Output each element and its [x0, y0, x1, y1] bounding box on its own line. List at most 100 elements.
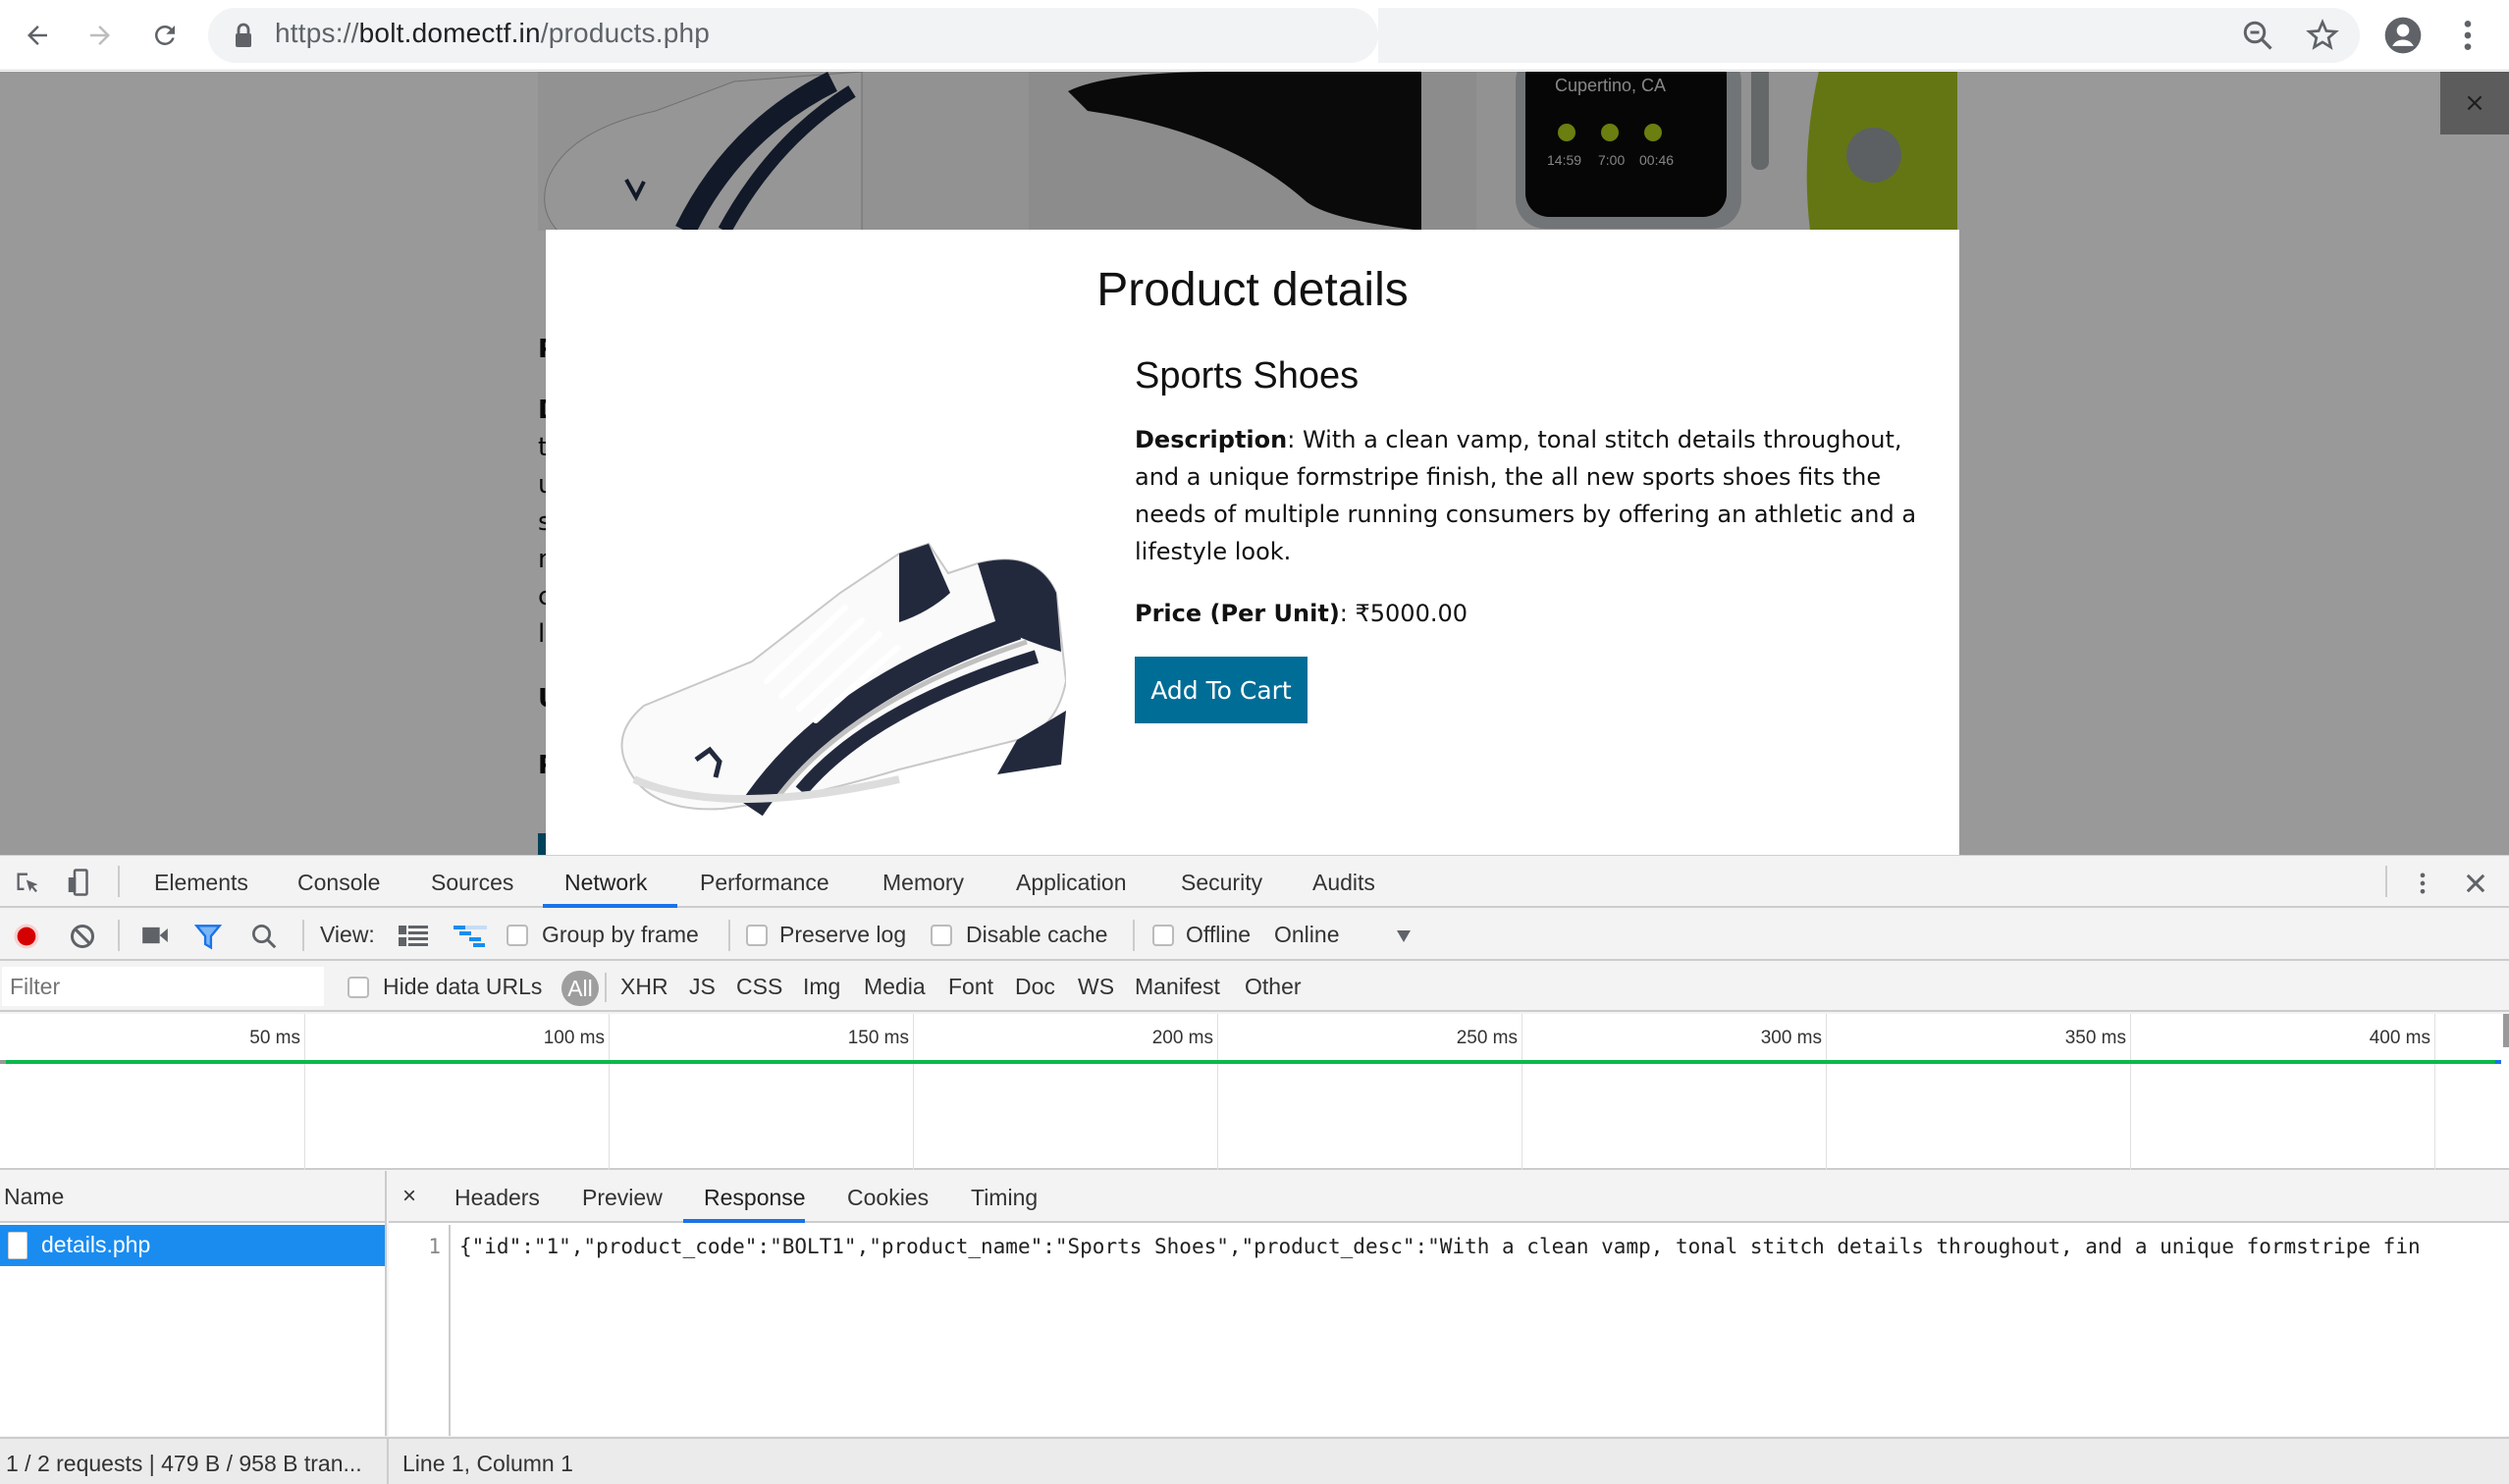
network-toolbar: View: Group by frame Preserve log Disabl…	[0, 910, 2509, 961]
filter-type-js[interactable]: JS	[689, 974, 716, 1000]
offline-label: Offline	[1186, 922, 1252, 947]
timeline-gridline	[913, 1014, 914, 1170]
filter-type-xhr[interactable]: XHR	[620, 974, 668, 1000]
tab-network[interactable]: Network	[564, 870, 647, 896]
back-icon	[27, 26, 47, 45]
filter-type-all[interactable]: All	[561, 971, 599, 1006]
timeline-tick-label: 100 ms	[543, 1028, 605, 1048]
filter-type-css[interactable]: CSS	[736, 974, 782, 1000]
filter-type-manifest[interactable]: Manifest	[1135, 974, 1220, 1000]
modal-close-button[interactable]: ×	[2440, 72, 2509, 134]
timeline-gridline	[1521, 1014, 1522, 1170]
large-rows-icon[interactable]	[399, 926, 428, 947]
capture-screenshots-icon[interactable]	[141, 924, 169, 947]
tab-console[interactable]: Console	[297, 870, 380, 896]
product-description: Description: With a clean vamp, tonal st…	[1135, 421, 1920, 570]
clear-icon[interactable]	[69, 923, 96, 950]
filter-type-doc[interactable]: Doc	[1015, 974, 1055, 1000]
filter-type-ws[interactable]: WS	[1078, 974, 1114, 1000]
detail-tab-headers[interactable]: Headers	[454, 1185, 540, 1211]
tab-security[interactable]: Security	[1181, 870, 1262, 896]
detail-tab-timing[interactable]: Timing	[971, 1185, 1038, 1211]
inspect-element-icon[interactable]	[14, 870, 41, 897]
timeline-gridline	[304, 1014, 305, 1170]
reload-icon	[155, 25, 175, 45]
tab-memory[interactable]: Memory	[882, 870, 964, 896]
detail-tab-preview[interactable]: Preview	[582, 1185, 663, 1211]
timeline-tick-label: 150 ms	[847, 1028, 909, 1048]
hide-data-urls-checkbox[interactable]	[347, 977, 369, 998]
device-toolbar-icon[interactable]	[65, 868, 94, 897]
tab-performance[interactable]: Performance	[700, 870, 829, 896]
search-icon[interactable]	[249, 922, 279, 951]
filter-type-font[interactable]: Font	[948, 974, 993, 1000]
devtools-panel: Elements Console Sources Network Perform…	[0, 855, 2509, 1484]
record-icon[interactable]	[12, 922, 41, 951]
preserve-log-checkbox[interactable]	[746, 925, 768, 946]
request-row[interactable]: details.php	[0, 1225, 385, 1266]
offline-checkbox[interactable]	[1152, 925, 1174, 946]
price-value: : ₹5000.00	[1339, 600, 1468, 627]
filter-type-media[interactable]: Media	[864, 974, 926, 1000]
active-tab-indicator	[543, 904, 677, 908]
bookmark-star-icon[interactable]	[2305, 18, 2340, 53]
zoom-out-icon[interactable]	[2240, 18, 2275, 53]
group-by-frame-checkbox[interactable]	[507, 925, 528, 946]
timeline-gridline	[609, 1014, 610, 1170]
price-label: Price (Per Unit)	[1135, 600, 1340, 627]
address-bar-ext[interactable]	[1378, 8, 2360, 63]
toolbar-separator	[1133, 920, 1135, 951]
tab-sources[interactable]: Sources	[431, 870, 513, 896]
devtools-menu-icon[interactable]	[2409, 868, 2436, 899]
close-detail-button[interactable]: ×	[402, 1183, 416, 1210]
filter-type-other[interactable]: Other	[1245, 974, 1302, 1000]
request-download-segment	[2495, 1060, 2501, 1064]
waterfall-overview-icon[interactable]	[454, 926, 487, 949]
profile-icon[interactable]	[2383, 16, 2423, 55]
tab-separator	[2385, 866, 2387, 897]
timeline-tick-label: 50 ms	[249, 1028, 300, 1048]
filter-input[interactable]	[2, 967, 324, 1006]
forward-button[interactable]	[79, 14, 122, 57]
tab-application[interactable]: Application	[1016, 870, 1127, 896]
filter-bar: Hide data URLs All XHR JS CSS Img Media …	[0, 963, 2509, 1012]
close-devtools-icon[interactable]	[2462, 870, 2489, 897]
timeline-scrollbar[interactable]	[2503, 1014, 2509, 1047]
tab-audits[interactable]: Audits	[1312, 870, 1375, 896]
add-to-cart-button[interactable]: Add To Cart	[1135, 657, 1308, 723]
response-body[interactable]: {"id":"1","product_code":"BOLT1","produc…	[459, 1235, 2421, 1258]
tab-elements[interactable]: Elements	[154, 870, 248, 896]
disable-cache-checkbox[interactable]	[931, 925, 952, 946]
line-number-gutter: 1	[389, 1225, 451, 1436]
menu-kebab-icon[interactable]	[2448, 16, 2487, 55]
filter-separator	[605, 973, 607, 1002]
active-detail-tab-indicator	[683, 1219, 805, 1223]
detail-tab-response[interactable]: Response	[704, 1185, 806, 1211]
filter-icon[interactable]	[194, 922, 222, 953]
group-by-frame-label: Group by frame	[542, 922, 699, 947]
back-button[interactable]	[16, 14, 59, 57]
requests-list-header: Name	[0, 1171, 385, 1223]
filter-type-img[interactable]: Img	[803, 974, 840, 1000]
toolbar-separator	[118, 920, 120, 951]
devtools-tab-bar: Elements Console Sources Network Perform…	[0, 856, 2509, 908]
product-name: Sports Shoes	[1135, 355, 1360, 397]
timeline-gridline	[1826, 1014, 1827, 1170]
reload-button[interactable]	[143, 14, 187, 57]
url-text[interactable]: https://bolt.domectf.in/products.php	[275, 18, 710, 49]
description-label: Description	[1135, 426, 1288, 453]
status-separator	[387, 1439, 389, 1484]
column-header-name[interactable]: Name	[4, 1184, 64, 1210]
hide-data-urls-label: Hide data URLs	[383, 974, 543, 999]
modal-title: Product details	[1096, 264, 1409, 316]
timeline-tick-label: 350 ms	[2064, 1028, 2126, 1048]
request-name: details.php	[41, 1232, 151, 1257]
request-waiting-bar[interactable]	[6, 1060, 2495, 1064]
lock-icon[interactable]	[234, 22, 253, 49]
chevron-down-icon[interactable]	[1396, 929, 1412, 943]
network-overview-timeline[interactable]: 50 ms 100 ms 150 ms 200 ms 250 ms 300 ms 350 m…	[0, 1014, 2509, 1170]
throttling-select[interactable]: Online	[1274, 922, 1339, 948]
product-image	[620, 542, 1066, 817]
detail-tab-cookies[interactable]: Cookies	[847, 1185, 929, 1211]
product-price: Price (Per Unit): ₹5000.00	[1135, 600, 1920, 627]
